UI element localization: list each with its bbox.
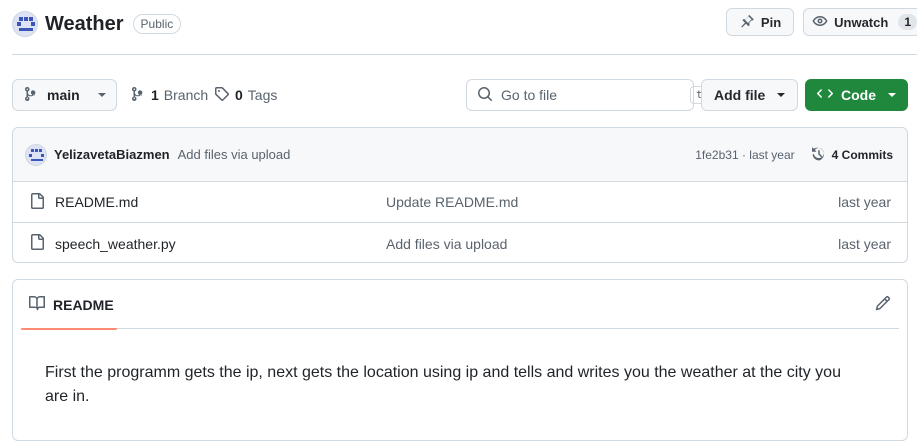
pin-icon	[739, 13, 755, 32]
repo-page: Weather Public Pin Unwatch 1 main 1 Bran…	[0, 0, 917, 446]
tab-readme[interactable]: README	[21, 280, 117, 330]
branch-label: Branch	[163, 87, 209, 103]
go-to-file-search[interactable]: t	[466, 79, 709, 111]
commits-link[interactable]: 4 Commits	[811, 146, 893, 165]
history-icon	[811, 146, 827, 165]
tag-label: Tags	[247, 87, 278, 103]
branch-name: main	[47, 87, 80, 103]
file-icon	[29, 234, 55, 253]
branch-count: 1	[151, 87, 159, 103]
file-name[interactable]: speech_weather.py	[55, 236, 176, 252]
pin-label: Pin	[760, 14, 782, 30]
file-row[interactable]: speech_weather.py Add files via upload l…	[13, 223, 907, 262]
file-toolbar: main 1 Branch 0 Tags t Add file	[12, 79, 908, 111]
readme-tabs: README	[21, 280, 899, 330]
unwatch-button[interactable]: Unwatch 1	[803, 8, 917, 36]
repo-name[interactable]: Weather	[45, 13, 124, 36]
code-label: Code	[841, 87, 876, 103]
branches-link[interactable]: 1 Branch	[130, 79, 208, 111]
repo-header: Weather Public Pin Unwatch 1	[12, 8, 917, 40]
repo-actions: Pin Unwatch 1	[725, 8, 917, 36]
file-row[interactable]: README.md Update README.md last year	[13, 182, 907, 223]
readme-content: First the programm gets the ip, next get…	[45, 364, 841, 405]
file-date: last year	[838, 235, 891, 252]
header-divider	[12, 54, 917, 55]
eye-icon	[812, 13, 828, 32]
commits-label: 4 Commits	[831, 148, 893, 162]
latest-commit-row: YelizavetaBiazmen Add files via upload 1…	[13, 128, 907, 182]
repo-owner-avatar[interactable]	[12, 11, 38, 37]
file-icon	[29, 192, 55, 212]
commit-hash-time[interactable]: 1fe2b31 · last year	[695, 148, 794, 162]
tag-icon	[214, 86, 230, 105]
pencil-icon	[875, 295, 891, 315]
edit-readme-button[interactable]	[875, 295, 893, 313]
pin-button[interactable]: Pin	[725, 8, 795, 36]
file-list: YelizavetaBiazmen Add files via upload 1…	[12, 127, 908, 263]
readme-tab-label: README	[53, 296, 114, 313]
author-avatar[interactable]	[25, 143, 47, 166]
visibility-badge: Public	[132, 14, 182, 34]
commit-message[interactable]: Add files via upload	[178, 147, 291, 162]
branch-icon	[23, 86, 39, 105]
code-icon	[816, 86, 834, 105]
tags-link[interactable]: 0 Tags	[214, 79, 277, 111]
file-commit-message[interactable]: Add files via upload	[386, 236, 507, 252]
file-name[interactable]: README.md	[55, 194, 138, 210]
branch-selector[interactable]: main	[12, 79, 117, 111]
search-icon	[477, 86, 493, 105]
unwatch-label: Unwatch	[834, 14, 889, 30]
branch-count-icon	[130, 86, 146, 105]
file-commit-message[interactable]: Update README.md	[386, 194, 518, 210]
go-to-file-input[interactable]	[501, 87, 682, 103]
commit-meta: 1fe2b31 · last year 4 Commits	[695, 128, 893, 182]
chevron-down-icon	[777, 93, 785, 97]
commit-author[interactable]: YelizavetaBiazmen	[54, 147, 170, 162]
tag-count: 0	[235, 87, 243, 103]
book-icon	[29, 295, 45, 314]
file-date: last year	[838, 194, 891, 210]
active-tab-indicator	[21, 328, 117, 330]
add-file-button[interactable]: Add file	[701, 79, 798, 111]
chevron-down-icon	[888, 93, 896, 97]
code-button[interactable]: Code	[805, 79, 908, 111]
add-file-label: Add file	[714, 87, 766, 103]
readme-panel: README First the programm gets the ip, n…	[12, 279, 908, 441]
watch-count: 1	[898, 14, 917, 30]
chevron-down-icon	[98, 93, 106, 97]
